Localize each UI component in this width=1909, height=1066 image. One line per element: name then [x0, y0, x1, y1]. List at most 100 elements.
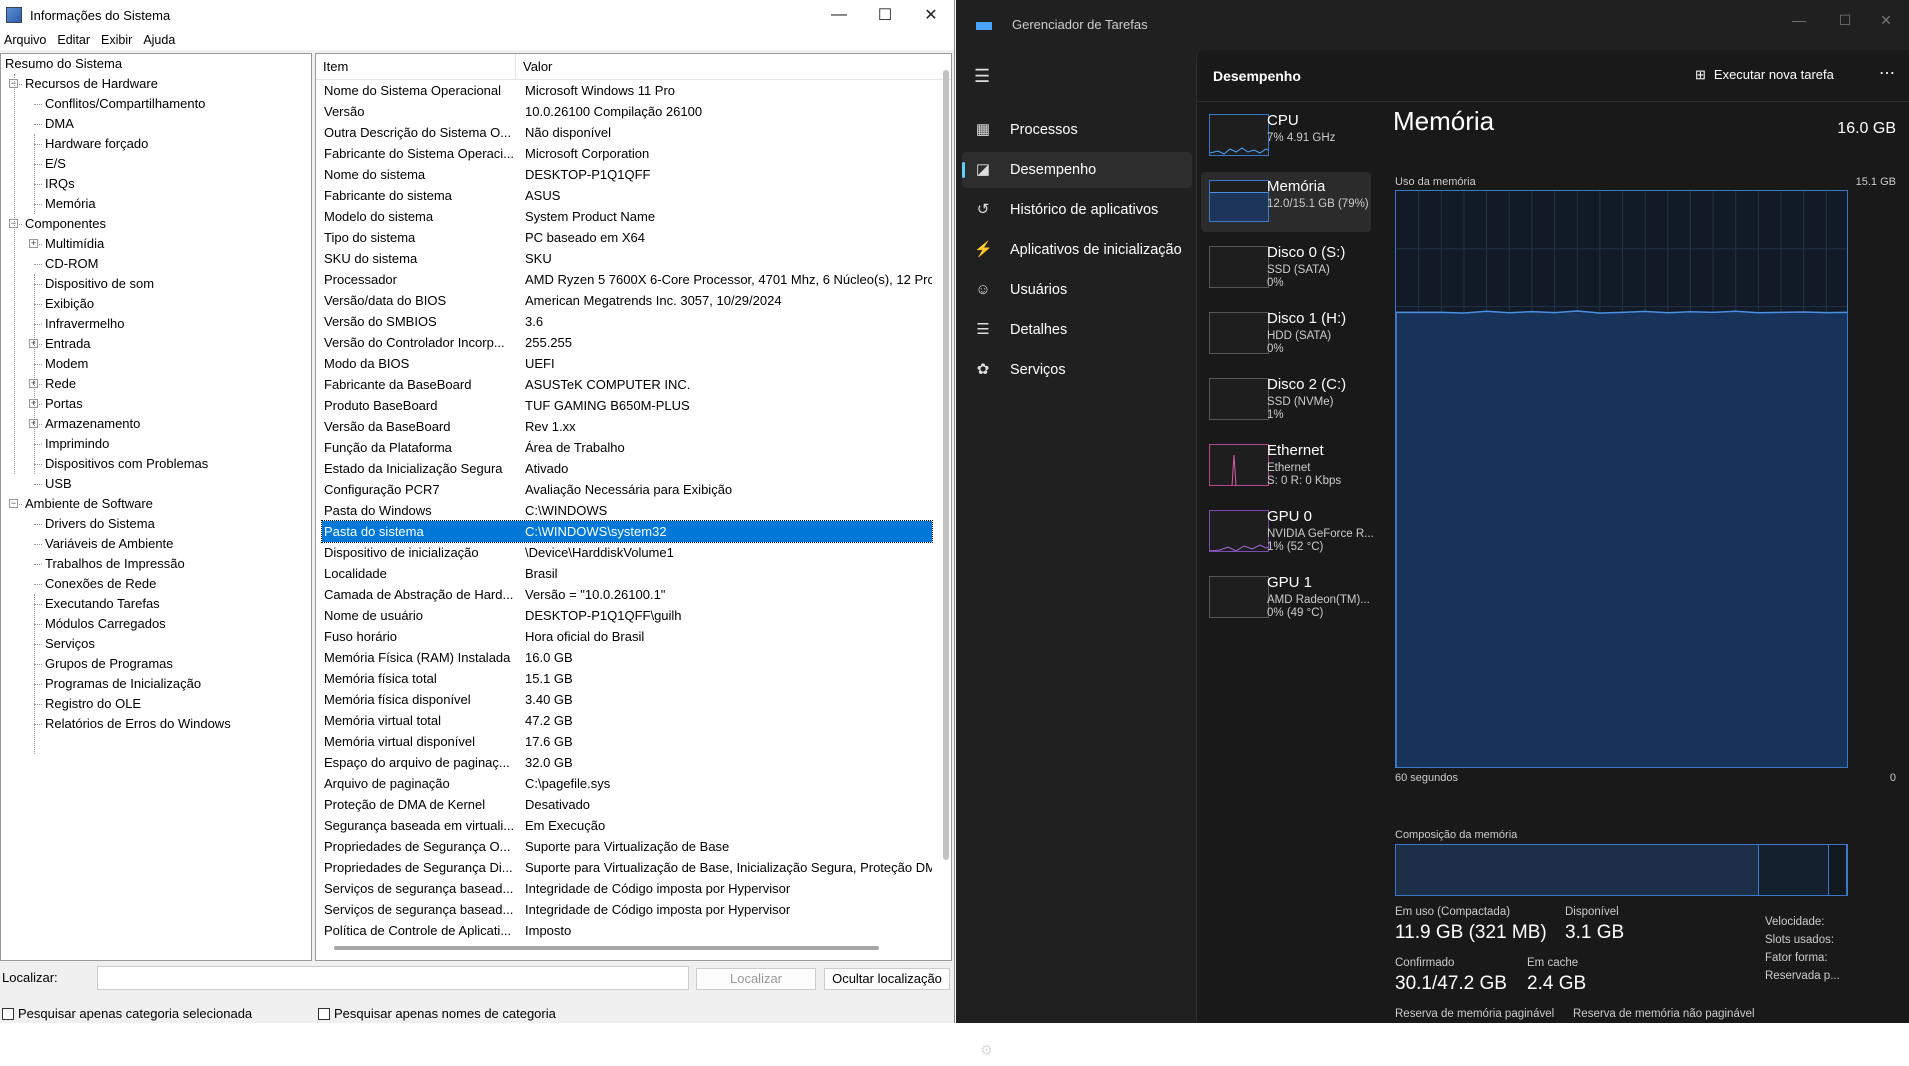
table-row[interactable]: Versão do SMBIOS 3.6 — [322, 311, 932, 332]
tm-maximize-button[interactable]: ☐ — [1822, 6, 1868, 34]
tree-item[interactable]: Módulos Carregados — [45, 614, 166, 634]
performance-item[interactable]: GPU 0 NVIDIA GeForce R... 1% (52 °C) — [1201, 502, 1374, 562]
table-row[interactable]: Nome do Sistema Operacional Microsoft Win… — [322, 80, 932, 101]
details-list[interactable]: Item Valor Nome do Sistema Operacional Mi… — [315, 53, 952, 961]
performance-item[interactable]: Disco 2 (C:) SSD (NVMe) 1% — [1201, 370, 1371, 430]
table-row[interactable]: Segurança baseada em virtuali... Em Execu… — [322, 815, 932, 836]
checkbox-box[interactable] — [318, 1007, 330, 1020]
table-row[interactable]: Memória virtual total 47.2 GB — [322, 710, 932, 731]
tree-item[interactable]: Armazenamento — [45, 414, 140, 434]
collapse-icon[interactable]: − — [9, 499, 18, 508]
column-header-value[interactable]: Valor — [516, 54, 552, 79]
tm-minimize-button[interactable]: — — [1776, 6, 1822, 34]
hide-find-button[interactable]: Ocultar localização — [824, 968, 950, 990]
performance-item[interactable]: Ethernet Ethernet S: 0 R: 0 Kbps — [1201, 436, 1371, 496]
tm-close-button[interactable]: ✕ — [1863, 6, 1909, 34]
search-category-names-checkbox[interactable]: Pesquisar apenas nomes de categoria — [318, 1006, 556, 1021]
nav-item[interactable]: ⚡ Aplicativos de inicialização — [962, 232, 1192, 268]
table-row[interactable]: Função da Plataforma Área de Trabalho — [322, 437, 932, 458]
minimize-button[interactable]: — — [816, 0, 862, 30]
category-tree[interactable]: Resumo do Sistema Recursos de Hardware − Co… — [0, 53, 312, 961]
tree-item[interactable]: Modem — [45, 354, 88, 374]
table-row[interactable]: Tipo do sistema PC baseado em X64 — [322, 227, 932, 248]
table-row[interactable]: Propriedades de Segurança Di... Suporte p… — [322, 857, 932, 878]
expand-icon[interactable]: + — [29, 239, 38, 248]
table-row[interactable]: Política de Controle de Aplicati... Impos… — [322, 920, 932, 941]
horizontal-scrollbar[interactable] — [334, 946, 879, 950]
tree-item[interactable]: Infravermelho — [45, 314, 124, 334]
menu-editar[interactable]: Editar — [53, 33, 97, 47]
tree-item[interactable]: Recursos de Hardware — [25, 74, 158, 94]
table-row[interactable]: Pasta do sistema C:\WINDOWS\system32 — [321, 520, 933, 543]
nav-item[interactable]: ◪ Desempenho — [962, 152, 1192, 188]
tree-item[interactable]: Registro do OLE — [45, 694, 141, 714]
table-row[interactable]: SKU do sistema SKU — [322, 248, 932, 269]
table-row[interactable]: Proteção de DMA de Kernel Desativado — [322, 794, 932, 815]
tree-item[interactable]: Portas — [45, 394, 83, 414]
find-button[interactable]: Localizar — [696, 968, 816, 990]
tree-item[interactable]: Executando Tarefas — [45, 594, 160, 614]
nav-item[interactable]: ▦ Processos — [962, 112, 1192, 148]
tree-item[interactable]: Grupos de Programas — [45, 654, 173, 674]
tree-item[interactable]: Componentes — [25, 214, 106, 234]
close-button[interactable]: ✕ — [908, 0, 954, 30]
tree-item[interactable]: Imprimindo — [45, 434, 109, 454]
table-row[interactable]: Camada de Abstração de Hard... Versão = "… — [322, 584, 932, 605]
search-selected-category-checkbox[interactable]: Pesquisar apenas categoria selecionada — [2, 1006, 252, 1021]
table-row[interactable]: Fabricante do sistema ASUS — [322, 185, 932, 206]
menu-arquivo[interactable]: Arquivo — [0, 33, 53, 47]
table-row[interactable]: Nome do sistema DESKTOP-P1Q1QFF — [322, 164, 932, 185]
maximize-button[interactable]: ☐ — [862, 0, 908, 30]
table-row[interactable]: Pasta do Windows C:\WINDOWS — [322, 500, 932, 521]
table-row[interactable]: Serviços de segurança basead... Integrida… — [322, 899, 932, 920]
tree-item[interactable]: Conexões de Rede — [45, 574, 156, 594]
table-row[interactable]: Configuração PCR7 Avaliação Necessária pa… — [322, 479, 932, 500]
more-options-icon[interactable]: ⋯ — [1879, 63, 1895, 83]
table-row[interactable]: Memória física total 15.1 GB — [322, 668, 932, 689]
table-row[interactable]: Versão 10.0.26100 Compilação 26100 — [322, 101, 932, 122]
tree-item[interactable]: Programas de Inicialização — [45, 674, 201, 694]
table-row[interactable]: Outra Descrição do Sistema O... Não dispo… — [322, 122, 932, 143]
table-row[interactable]: Dispositivo de inicialização \Device\Hard… — [322, 542, 932, 563]
table-row[interactable]: Nome de usuário DESKTOP-P1Q1QFF\guilh — [322, 605, 932, 626]
table-row[interactable]: Fabricante da BaseBoard ASUSTeK COMPUTER … — [322, 374, 932, 395]
tree-item[interactable]: Ambiente de Software — [25, 494, 153, 514]
tree-item[interactable]: Dispositivos com Problemas — [45, 454, 208, 474]
performance-item[interactable]: GPU 1 AMD Radeon(TM)... 0% (49 °C) — [1201, 568, 1371, 628]
performance-item[interactable]: Disco 1 (H:) HDD (SATA) 0% — [1201, 304, 1371, 364]
table-row[interactable]: Versão/data do BIOS American Megatrends I… — [322, 290, 932, 311]
table-row[interactable]: Memória física disponível 3.40 GB — [322, 689, 932, 710]
table-row[interactable]: Modo da BIOS UEFI — [322, 353, 932, 374]
nav-item[interactable]: ✿ Serviços — [962, 352, 1192, 388]
tree-item[interactable]: Exibição — [45, 294, 94, 314]
tree-item[interactable]: E/S — [45, 154, 66, 174]
table-row[interactable]: Modelo do sistema System Product Name — [322, 206, 932, 227]
nav-item[interactable]: ↺ Histórico de aplicativos — [962, 192, 1192, 228]
column-header-item[interactable]: Item — [316, 54, 516, 79]
tree-item[interactable]: DMA — [45, 114, 74, 134]
tree-item[interactable]: Drivers do Sistema — [45, 514, 155, 534]
table-row[interactable]: Memória virtual disponível 17.6 GB — [322, 731, 932, 752]
tree-item[interactable]: Rede — [45, 374, 76, 394]
tree-item[interactable]: Hardware forçado — [45, 134, 148, 154]
menu-exibir[interactable]: Exibir — [97, 33, 139, 47]
menu-ajuda[interactable]: Ajuda — [139, 33, 182, 47]
run-new-task-button[interactable]: ⊞ Executar nova tarefa — [1695, 67, 1834, 83]
tree-item[interactable]: Resumo do Sistema — [5, 54, 122, 74]
table-row[interactable]: Fuso horário Hora oficial do Brasil — [322, 626, 932, 647]
table-row[interactable]: Produto BaseBoard TUF GAMING B650M-PLUS — [322, 395, 932, 416]
checkbox-box[interactable] — [2, 1007, 14, 1020]
table-row[interactable]: Versão do Controlador Incorp... 255.255 — [322, 332, 932, 353]
tree-item[interactable]: Multimídia — [45, 234, 104, 254]
tree-item[interactable]: Variáveis de Ambiente — [45, 534, 173, 554]
tree-item[interactable]: Serviços — [45, 634, 95, 654]
nav-item[interactable]: ☰ Detalhes — [962, 312, 1192, 348]
find-input[interactable] — [97, 966, 689, 990]
tree-item[interactable]: Memória — [45, 194, 96, 214]
performance-item[interactable]: Memória 12.0/15.1 GB (79%) — [1201, 172, 1371, 232]
tree-item[interactable]: Entrada — [45, 334, 91, 354]
table-row[interactable]: Versão da BaseBoard Rev 1.xx — [322, 416, 932, 437]
tree-item[interactable]: IRQs — [45, 174, 75, 194]
nav-item[interactable]: ☺ Usuários — [962, 272, 1192, 308]
table-row[interactable]: Localidade Brasil — [322, 563, 932, 584]
